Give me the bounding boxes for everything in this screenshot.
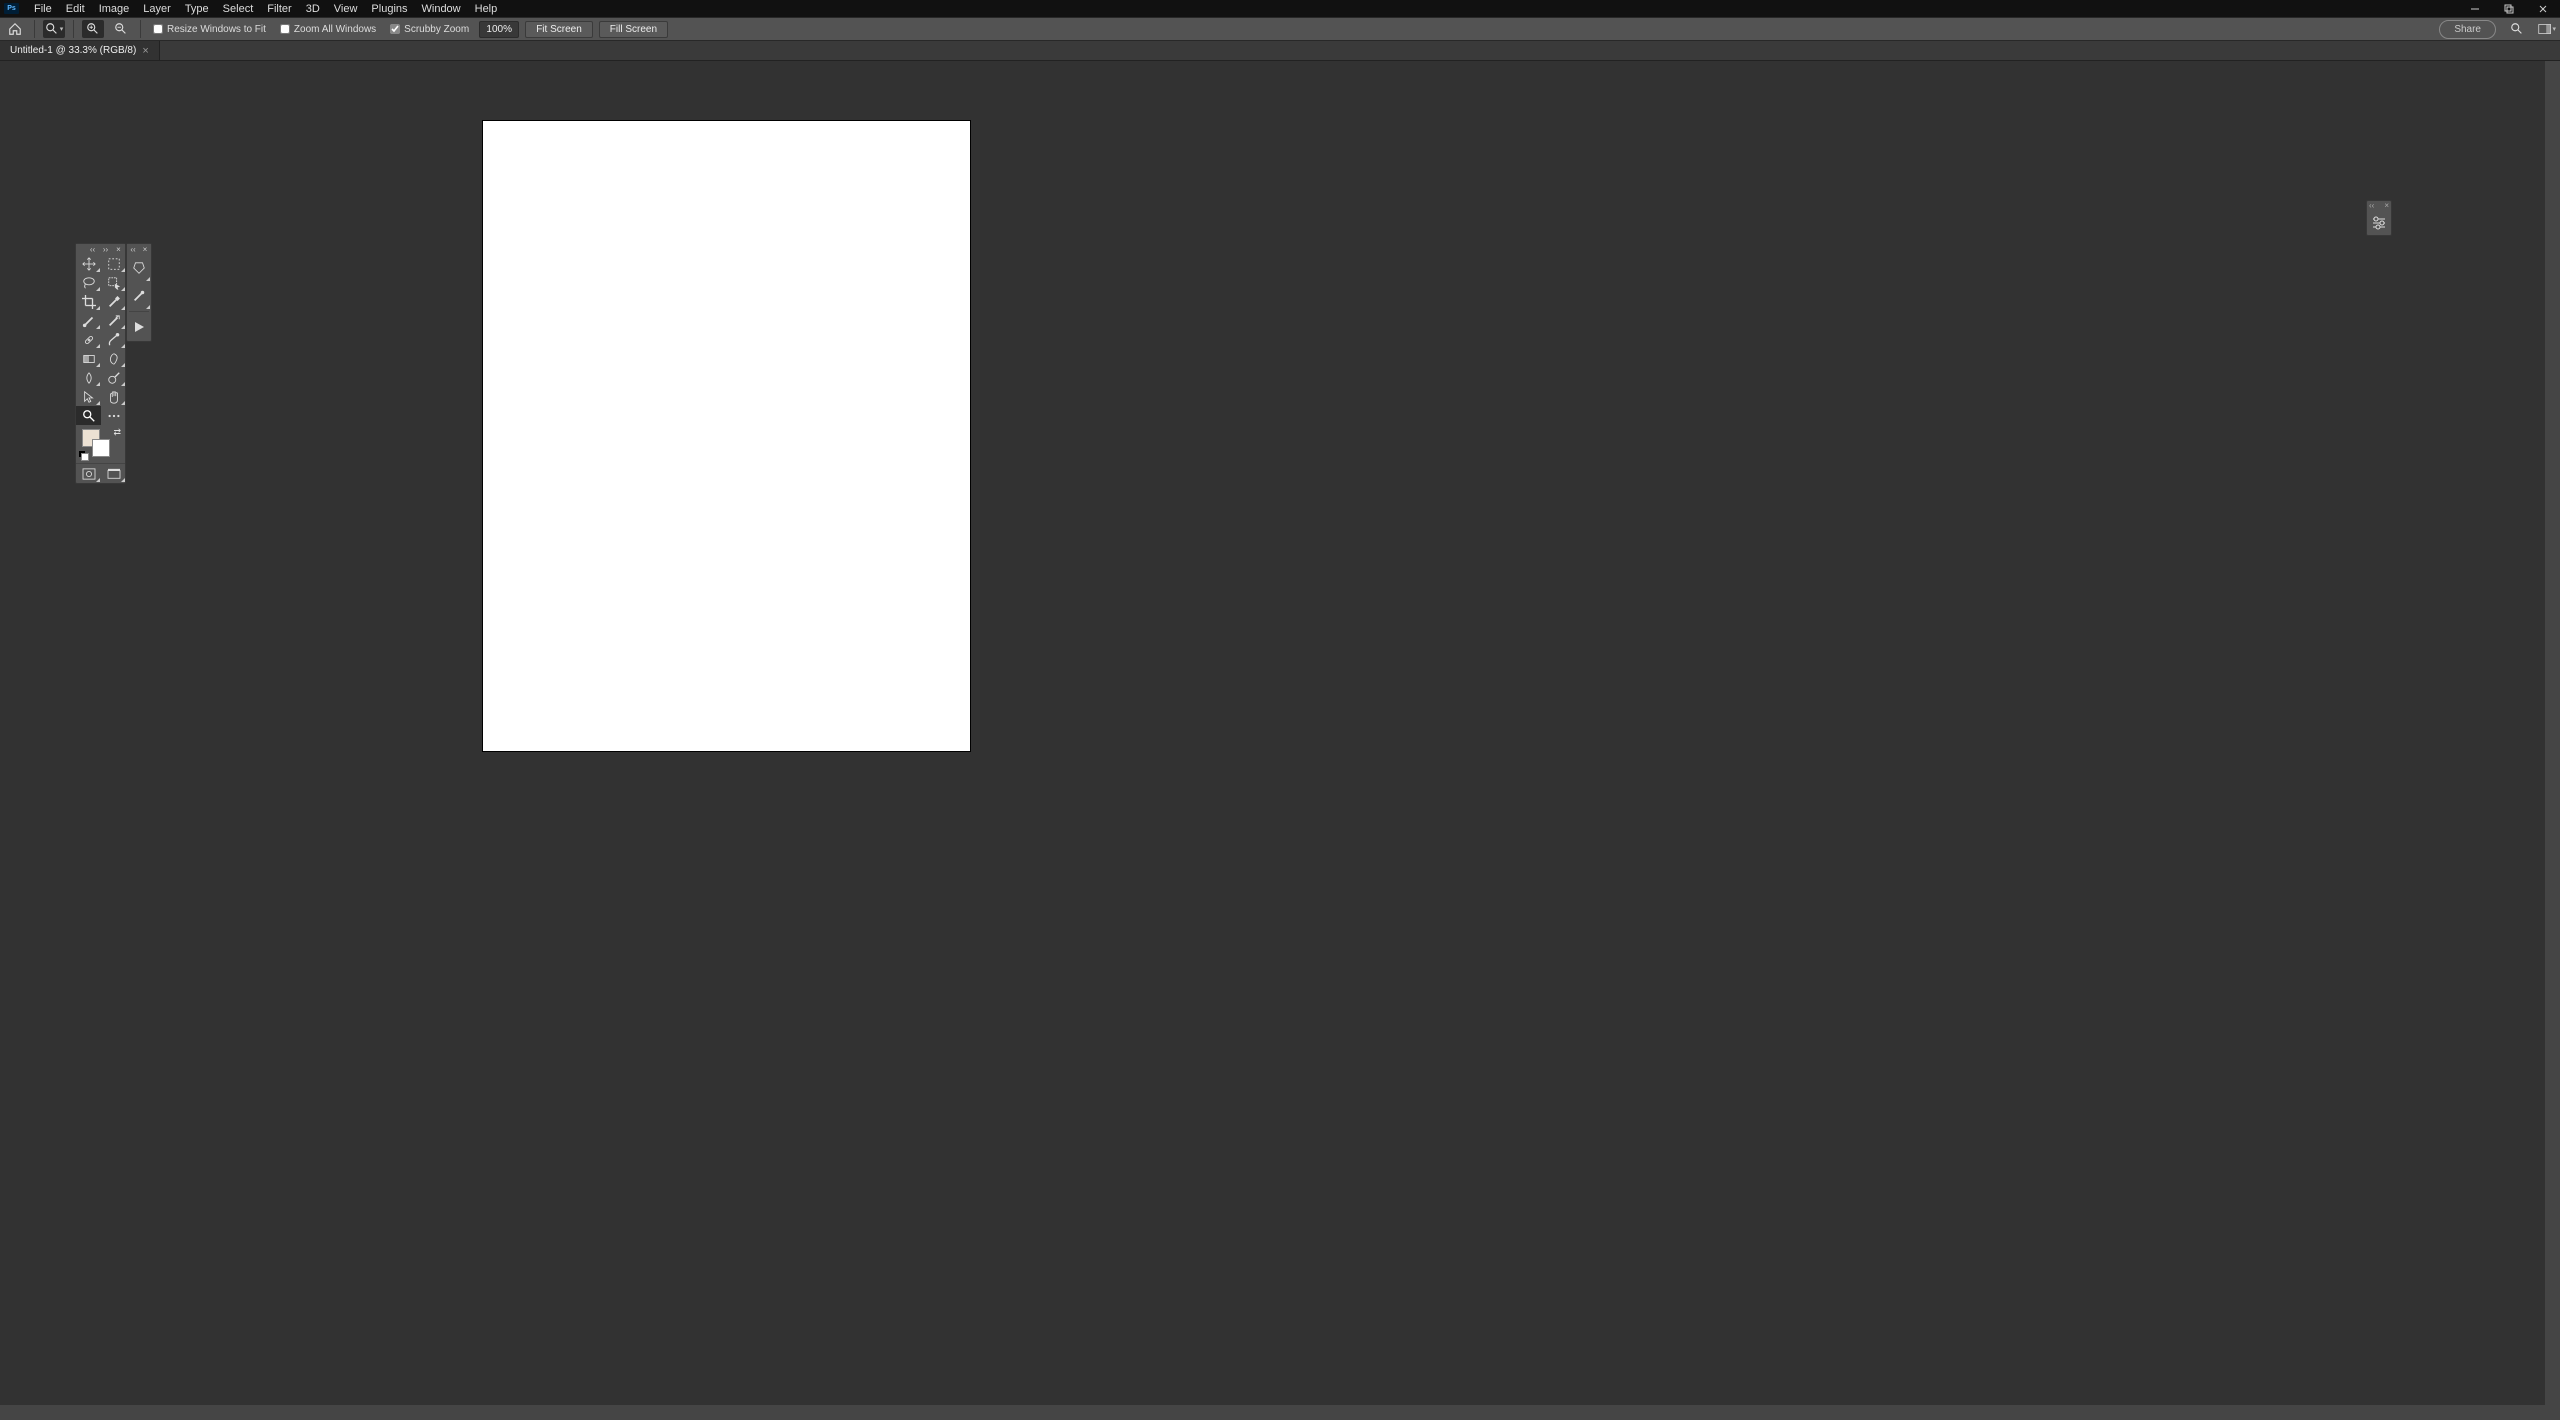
blur-tool[interactable] bbox=[76, 368, 101, 387]
smudge-tool[interactable] bbox=[101, 349, 126, 368]
lasso-tool[interactable] bbox=[76, 273, 101, 292]
panel-close-icon[interactable]: × bbox=[2384, 201, 2389, 211]
panel-close-icon[interactable]: × bbox=[141, 245, 149, 254]
spot-brush-tool[interactable] bbox=[127, 282, 151, 310]
panel-close-icon[interactable]: × bbox=[114, 245, 123, 254]
menu-3d[interactable]: 3D bbox=[299, 1, 327, 17]
tools-panel[interactable]: ‹‹ ›› × ⇄ bbox=[75, 243, 126, 484]
document-tab[interactable]: Untitled-1 @ 33.3% (RGB/8) × bbox=[0, 41, 160, 60]
mixer-brush-tool[interactable] bbox=[101, 330, 126, 349]
hand-tool[interactable] bbox=[101, 387, 126, 406]
fill-screen-button[interactable]: Fill Screen bbox=[599, 21, 668, 38]
menu-select[interactable]: Select bbox=[216, 1, 261, 17]
background-color[interactable] bbox=[92, 439, 110, 457]
panel-expand-icon[interactable]: ›› bbox=[101, 245, 110, 254]
menu-view[interactable]: View bbox=[327, 1, 365, 17]
move-tool[interactable] bbox=[76, 254, 101, 273]
app-badge: Ps bbox=[4, 3, 19, 14]
default-colors-icon[interactable] bbox=[79, 451, 89, 461]
screen-mode-tool[interactable] bbox=[101, 464, 126, 483]
vertical-scrollbar[interactable] bbox=[2545, 61, 2560, 1405]
workspace-switcher-icon[interactable]: ▾ bbox=[2538, 20, 2556, 38]
panel-collapse-icon[interactable]: ‹‹ bbox=[129, 245, 137, 254]
window-close[interactable] bbox=[2526, 0, 2560, 17]
menubar: FileEditImageLayerTypeSelectFilter3DView… bbox=[27, 1, 504, 17]
more-tool[interactable] bbox=[101, 406, 126, 425]
menu-help[interactable]: Help bbox=[468, 1, 505, 17]
fit-screen-button[interactable]: Fit Screen bbox=[525, 21, 593, 38]
search-icon[interactable] bbox=[2508, 20, 2526, 38]
horizontal-scrollbar[interactable] bbox=[0, 1405, 2545, 1420]
home-icon[interactable] bbox=[4, 20, 26, 38]
play-action-tool[interactable] bbox=[127, 313, 151, 341]
resize-windows-checkbox[interactable]: Resize Windows to Fit bbox=[149, 24, 270, 35]
zoom-tool[interactable] bbox=[76, 406, 101, 425]
window-buttons bbox=[2458, 0, 2560, 17]
options-bar: ▾ Resize Windows to Fit Zoom All Windows… bbox=[0, 17, 2560, 41]
swap-colors-icon[interactable]: ⇄ bbox=[113, 427, 121, 438]
menu-layer[interactable]: Layer bbox=[136, 1, 178, 17]
menu-edit[interactable]: Edit bbox=[59, 1, 92, 17]
eyedropper-tool[interactable] bbox=[101, 292, 126, 311]
menu-plugins[interactable]: Plugins bbox=[364, 1, 414, 17]
window-maximize[interactable] bbox=[2492, 0, 2526, 17]
marquee-tool[interactable] bbox=[101, 254, 126, 273]
brush-tool[interactable] bbox=[76, 311, 101, 330]
crop-tool[interactable] bbox=[76, 292, 101, 311]
zoom-out-icon[interactable] bbox=[110, 20, 132, 38]
patch-tool[interactable] bbox=[127, 254, 151, 282]
document-tabs: Untitled-1 @ 33.3% (RGB/8) × bbox=[0, 41, 2560, 61]
path-select-tool[interactable] bbox=[76, 387, 101, 406]
scrubby-zoom-checkbox[interactable]: Scrubby Zoom bbox=[386, 24, 473, 35]
healing-tool[interactable] bbox=[76, 330, 101, 349]
panel-collapse-icon[interactable]: ‹‹ bbox=[2369, 201, 2374, 211]
color-swatches[interactable]: ⇄ bbox=[76, 425, 125, 463]
menu-filter[interactable]: Filter bbox=[260, 1, 298, 17]
menu-image[interactable]: Image bbox=[92, 1, 137, 17]
history-brush-tool[interactable] bbox=[101, 311, 126, 330]
share-button[interactable]: Share bbox=[2439, 20, 2496, 39]
tools-extra-panel[interactable]: ‹‹ × bbox=[126, 243, 152, 342]
zoom-in-icon[interactable] bbox=[82, 20, 104, 38]
quick-mask-tool[interactable] bbox=[76, 464, 101, 483]
gradient-tool[interactable] bbox=[76, 349, 101, 368]
tool-preset-icon[interactable]: ▾ bbox=[43, 20, 65, 38]
menu-window[interactable]: Window bbox=[415, 1, 468, 17]
menu-type[interactable]: Type bbox=[178, 1, 216, 17]
zoom-value-field[interactable] bbox=[479, 21, 519, 38]
panel-collapse-icon[interactable]: ‹‹ bbox=[88, 245, 97, 254]
menu-file[interactable]: File bbox=[27, 1, 59, 17]
document-canvas[interactable] bbox=[483, 121, 970, 751]
window-minimize[interactable] bbox=[2458, 0, 2492, 17]
close-icon[interactable]: × bbox=[142, 45, 148, 57]
dock-collapsed-panel[interactable]: ‹‹ × bbox=[2366, 200, 2392, 236]
zoom-all-checkbox[interactable]: Zoom All Windows bbox=[276, 24, 380, 35]
selection-tool[interactable] bbox=[101, 273, 126, 292]
document-tab-title: Untitled-1 @ 33.3% (RGB/8) bbox=[10, 45, 136, 56]
adjustments-icon[interactable] bbox=[2367, 211, 2391, 235]
canvas-viewport[interactable] bbox=[0, 61, 2545, 1405]
dodge-tool[interactable] bbox=[101, 368, 126, 387]
